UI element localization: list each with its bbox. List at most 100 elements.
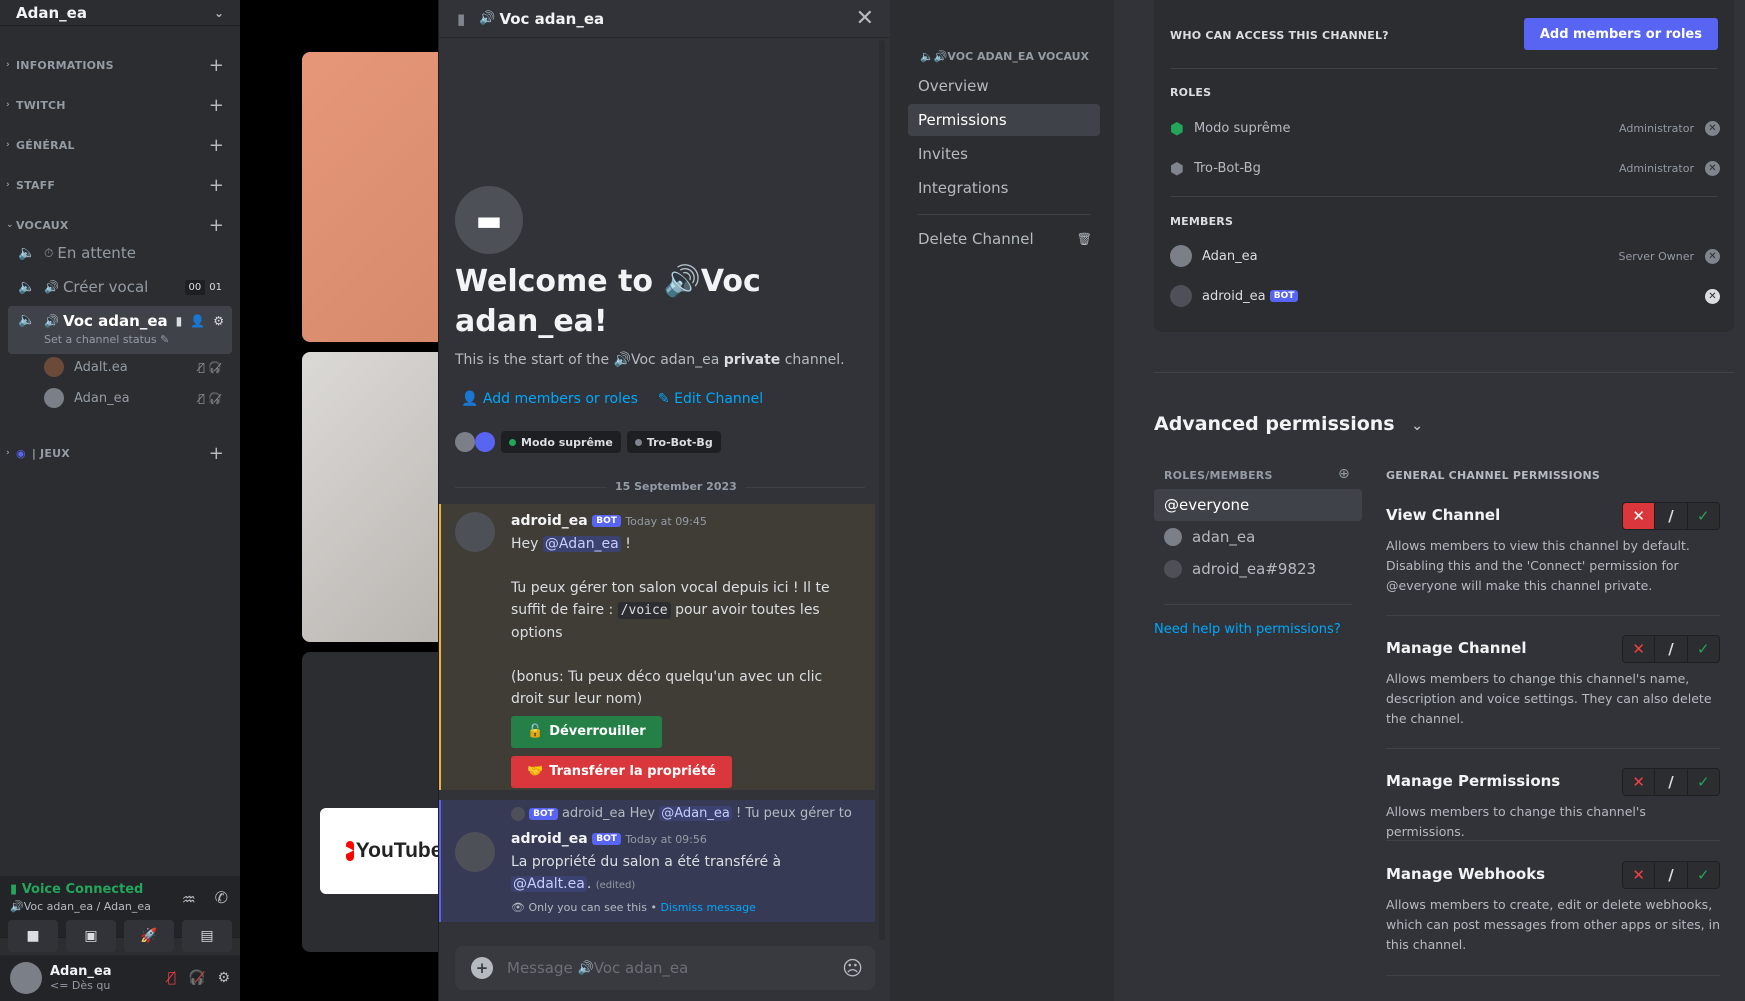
add-channel-icon[interactable]: +: [209, 55, 224, 76]
neutral-button[interactable]: /: [1654, 862, 1688, 888]
nav-label: Permissions: [918, 111, 1007, 129]
deafen-icon[interactable]: 🎧̸: [188, 970, 205, 986]
message-input[interactable]: + Message 🔊 Voc adan_ea ☹: [455, 946, 875, 990]
voice-user[interactable]: Adan_ea 🎙̸ 🎧̸: [44, 385, 230, 411]
message-ephemeral[interactable]: BOT adroid_ea Hey @Adan_ea ! Tu peux gér…: [439, 800, 875, 922]
unlock-button[interactable]: 🔓 Déverrouiller: [511, 716, 662, 748]
voice-connected-title[interactable]: ▮ Voice Connected: [10, 882, 143, 897]
user-mention[interactable]: @Adalt.ea: [511, 876, 587, 892]
add-role-icon[interactable]: ⊕: [1338, 466, 1350, 482]
noise-suppression-icon[interactable]: ♒: [182, 890, 196, 909]
disconnect-icon[interactable]: ✆: [215, 888, 228, 907]
access-member-row[interactable]: Adan_ea Server Owner ✕: [1170, 238, 1722, 274]
message-highlighted[interactable]: adroid_ea BOT Today at 09:45 Hey @Adan_e…: [439, 504, 875, 790]
gear-icon[interactable]: ⚙: [213, 314, 224, 328]
deny-button[interactable]: ✕: [1623, 636, 1654, 662]
remove-icon[interactable]: ✕: [1705, 120, 1720, 136]
edit-channel-link[interactable]: ✎ Edit Channel: [658, 391, 763, 407]
nav-overview[interactable]: Overview: [908, 70, 1100, 102]
neutral-button[interactable]: /: [1654, 636, 1688, 662]
category-staff[interactable]: › STAFF +: [6, 175, 232, 196]
allow-button[interactable]: ✓: [1688, 503, 1719, 529]
dismiss-message-link[interactable]: Dismiss message: [660, 901, 755, 914]
channel-en-attente[interactable]: 🔈 ⏱ En attente: [8, 238, 232, 268]
remove-icon[interactable]: ✕: [1705, 288, 1720, 304]
permission-description: Allows members to change this channel's …: [1386, 671, 1712, 726]
add-channel-icon[interactable]: +: [209, 443, 224, 464]
mute-icon[interactable]: 🎙̸: [168, 970, 176, 986]
category-vocaux[interactable]: ⌄ VOCAUX +: [6, 215, 232, 236]
video-tile[interactable]: [302, 52, 442, 342]
add-attachment-icon[interactable]: +: [471, 957, 493, 979]
access-role-row[interactable]: ⬢ Modo suprême Administrator ✕: [1170, 110, 1722, 146]
allow-button[interactable]: ✓: [1688, 769, 1719, 795]
perm-target-member[interactable]: adan_ea: [1154, 521, 1362, 553]
soundboard-button[interactable]: ▤: [182, 920, 232, 952]
emoji-picker-icon[interactable]: ☹: [842, 956, 863, 980]
category-general[interactable]: › GÉNÉRAL +: [6, 135, 232, 156]
video-tile[interactable]: [302, 352, 442, 642]
activity-button[interactable]: 🚀: [124, 920, 174, 952]
category-jeux[interactable]: › ◉ | JEUX +: [6, 443, 232, 464]
role-tag: Administrator: [1619, 121, 1694, 135]
allow-button[interactable]: ✓: [1688, 862, 1719, 888]
neutral-button[interactable]: /: [1654, 503, 1688, 529]
remove-icon[interactable]: ✕: [1705, 160, 1720, 176]
perm-target-everyone[interactable]: @everyone: [1154, 489, 1362, 521]
category-twitch[interactable]: › TWITCH +: [6, 95, 232, 116]
neutral-button[interactable]: /: [1654, 769, 1688, 795]
reply-preview[interactable]: BOT adroid_ea Hey @Adan_ea ! Tu peux gér…: [511, 806, 852, 821]
add-members-button[interactable]: Add members or roles: [1523, 18, 1718, 50]
access-member-row[interactable]: adroid_ea BOT ✕: [1170, 278, 1722, 314]
activity-tile[interactable]: [302, 652, 442, 952]
scrollbar[interactable]: [879, 40, 885, 940]
close-icon[interactable]: ✕: [856, 6, 874, 31]
speaker-emoji-icon: 🔊: [44, 280, 59, 294]
chat-icon[interactable]: ▮: [176, 314, 183, 328]
deny-button[interactable]: ✕: [1623, 503, 1655, 529]
nav-label: Invites: [918, 145, 968, 163]
advanced-permissions-toggle[interactable]: Advanced permissions ⌄: [1154, 413, 1423, 435]
voice-user[interactable]: Adalt.ea 🎙̸ 🎧̸: [44, 354, 230, 380]
message-author[interactable]: adroid_ea: [511, 831, 588, 847]
user-mention[interactable]: @Adan_ea: [659, 806, 732, 821]
message-text: (bonus: Tu peux déco quelqu'un avec un c…: [511, 669, 823, 685]
divider: [1170, 196, 1718, 197]
help-link[interactable]: Need help with permissions?: [1154, 622, 1341, 637]
message-author[interactable]: adroid_ea: [511, 513, 588, 529]
camera-button[interactable]: ■: [8, 920, 58, 952]
message-text: La propriété du salon a été transféré à: [511, 854, 782, 870]
remove-icon[interactable]: ✕: [1705, 248, 1720, 264]
speaker-emoji-icon: 🔊: [44, 314, 59, 328]
screen-share-button[interactable]: ▣: [66, 920, 116, 952]
user-mention[interactable]: @Adan_ea: [542, 536, 621, 552]
user-settings-gear-icon[interactable]: ⚙: [217, 970, 230, 986]
nav-delete-channel[interactable]: Delete Channel 🗑: [908, 223, 1100, 255]
add-channel-icon[interactable]: +: [209, 135, 224, 156]
role-chip[interactable]: Tro-Bot-Bg: [626, 431, 721, 453]
category-informations[interactable]: › INFORMATIONS +: [6, 55, 232, 76]
channel-creer-vocal[interactable]: 🔈 🔊 Créer vocal 00 01: [8, 272, 232, 302]
transfer-ownership-button[interactable]: 🤝 Transférer la propriété: [511, 756, 732, 788]
add-channel-icon[interactable]: +: [209, 95, 224, 116]
date-divider: 15 September 2023: [607, 480, 745, 493]
nav-invites[interactable]: Invites: [908, 138, 1100, 170]
channel-voc-adan-ea[interactable]: 🔈 🔊 Voc adan_ea Set a channel status ✎ ▮…: [8, 306, 232, 354]
nav-permissions[interactable]: Permissions: [908, 104, 1100, 136]
chevron-down-icon[interactable]: ⌄: [214, 6, 224, 20]
access-role-row[interactable]: ⬢ Tro-Bot-Bg Administrator ✕: [1170, 150, 1722, 186]
voice-connected-channel[interactable]: 🔊Voc adan_ea / Adan_ea: [10, 900, 151, 913]
channel-status[interactable]: Set a channel status ✎: [44, 333, 169, 346]
add-channel-icon[interactable]: +: [209, 215, 224, 236]
role-chip[interactable]: Modo suprême: [501, 431, 621, 453]
server-header[interactable]: Adan_ea ⌄: [0, 0, 240, 26]
add-members-link[interactable]: 👤 Add members or roles: [461, 391, 638, 407]
deny-button[interactable]: ✕: [1623, 769, 1654, 795]
invite-icon[interactable]: 👤: [190, 314, 205, 328]
allow-button[interactable]: ✓: [1688, 636, 1719, 662]
avatar[interactable]: [10, 962, 42, 994]
deny-button[interactable]: ✕: [1623, 862, 1654, 888]
add-channel-icon[interactable]: +: [209, 175, 224, 196]
nav-integrations[interactable]: Integrations: [908, 172, 1100, 204]
perm-target-member[interactable]: adroid_ea#9823: [1154, 553, 1362, 585]
